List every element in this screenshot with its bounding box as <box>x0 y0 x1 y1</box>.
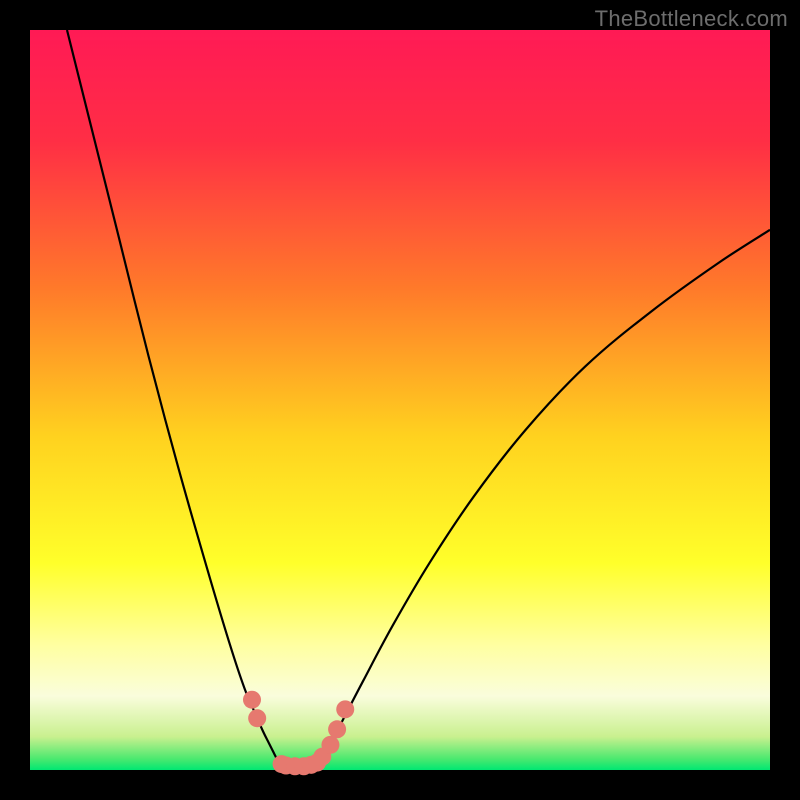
marker-dot <box>328 720 346 738</box>
marker-dot <box>248 709 266 727</box>
marker-dot <box>336 700 354 718</box>
chart-svg <box>30 30 770 770</box>
gradient-background <box>30 30 770 770</box>
marker-dot <box>321 736 339 754</box>
watermark-text: TheBottleneck.com <box>595 6 788 32</box>
chart-frame: TheBottleneck.com <box>0 0 800 800</box>
marker-dot <box>243 691 261 709</box>
plot-area <box>30 30 770 770</box>
